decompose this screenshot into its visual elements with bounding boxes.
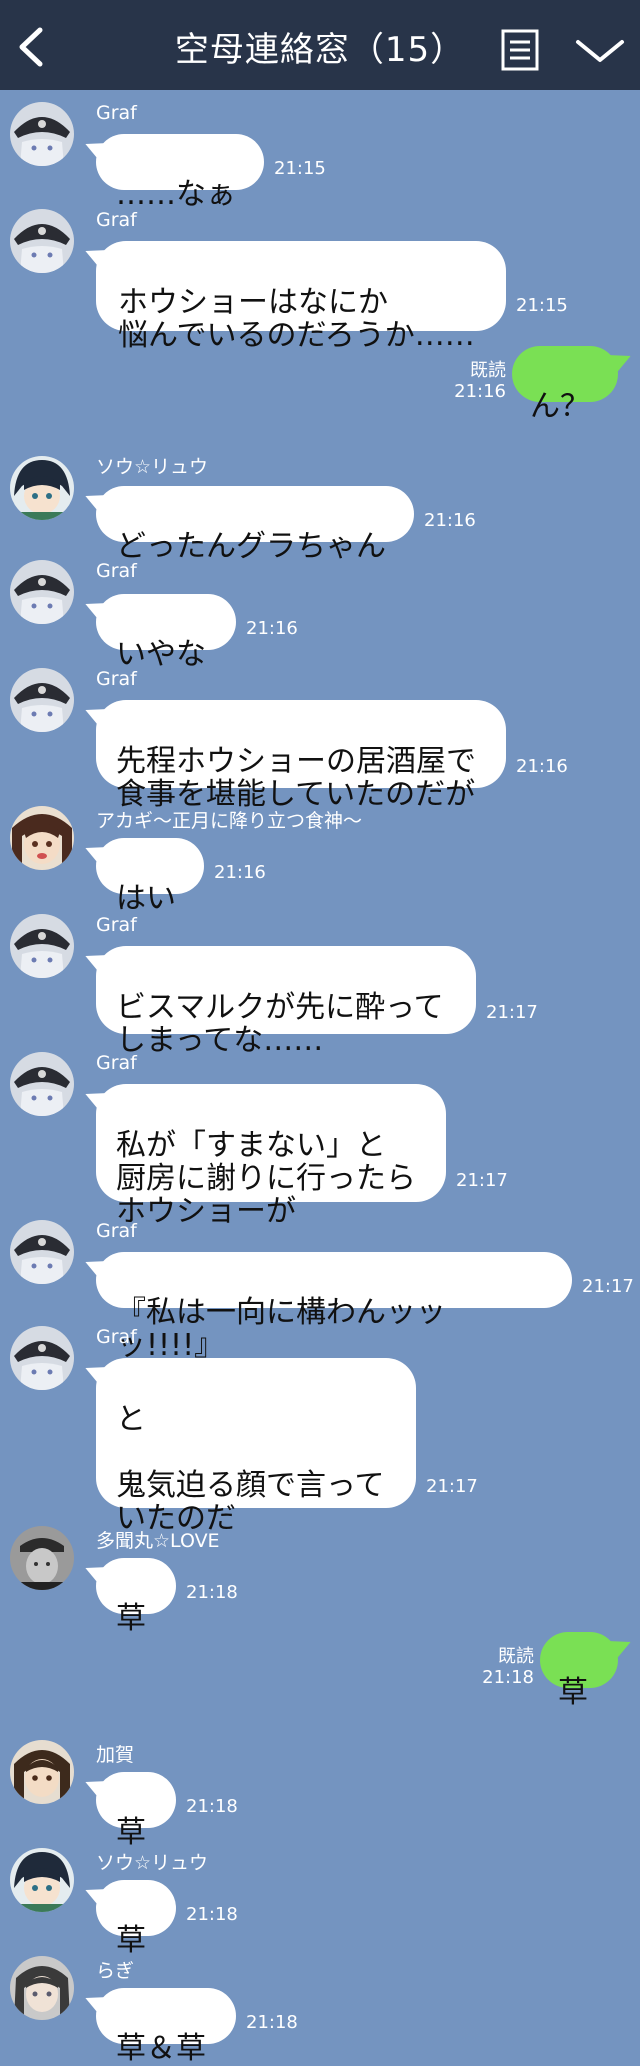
message-text: どったんグラちゃん — [116, 529, 386, 564]
message-time: 21:17 — [582, 1276, 634, 1297]
message-text: 草 — [116, 1815, 146, 1850]
avatar[interactable] — [10, 806, 74, 870]
message-bubble[interactable]: どったんグラちゃん — [80, 486, 414, 563]
message-time: 21:17 — [426, 1476, 478, 1497]
message-time: 21:18 — [186, 1582, 238, 1603]
message-bubble[interactable]: 草＆草 — [80, 1988, 236, 2065]
message-time: 21:18 — [482, 1667, 534, 1688]
message-text: 草 — [116, 1923, 146, 1958]
read-label: 既読 — [470, 360, 506, 381]
sender-name: アカギ〜正月に降り立つ食神〜 — [96, 810, 363, 832]
message-bubble[interactable]: ビスマルクが先に酔って しまってな…… — [80, 946, 476, 1057]
message-text: 草 — [116, 1601, 146, 1636]
avatar[interactable] — [10, 456, 74, 520]
message-bubble[interactable]: 『私は一向に構わんッッッ!!!!』 — [80, 1252, 572, 1362]
sender-name: Graf — [96, 560, 137, 582]
message-bubble[interactable]: 草 — [80, 1880, 176, 1957]
message-text: ビスマルクが先に酔って しまってな…… — [116, 990, 444, 1058]
message-time: 21:17 — [486, 1002, 538, 1023]
avatar[interactable] — [10, 1326, 74, 1390]
chat-header: 空母連絡窓（15） — [0, 0, 640, 90]
avatar[interactable] — [10, 668, 74, 732]
message-text: 先程ホウショーの居酒屋で 食事を堪能していたのだが — [116, 744, 476, 812]
message-time: 21:15 — [516, 295, 568, 316]
avatar[interactable] — [10, 209, 74, 273]
message-bubble[interactable]: 草 — [80, 1772, 176, 1849]
sender-name: ソウ☆リュウ — [96, 456, 209, 478]
chevron-down-icon — [576, 40, 624, 62]
message-time: 21:18 — [246, 2012, 298, 2033]
sender-name: 加賀 — [96, 1744, 135, 1766]
message-bubble[interactable]: 先程ホウショーの居酒屋で 食事を堪能していたのだが — [80, 700, 506, 811]
message-time: 21:16 — [454, 381, 506, 402]
sender-name: Graf — [96, 914, 137, 936]
menu-button[interactable] — [500, 28, 550, 78]
message-time: 21:18 — [186, 1904, 238, 1925]
message-text: 草 — [558, 1675, 588, 1710]
message-text: 私が「すまない」と 厨房に謝りに行ったら ホウショーが — [116, 1128, 416, 1229]
sender-name: らぎ — [96, 1960, 135, 1982]
message-text: ……なぁ — [116, 177, 236, 212]
collapse-button[interactable] — [572, 30, 628, 70]
message-time: 21:18 — [186, 1796, 238, 1817]
message-text: ホウショーはなにか 悩んでいるのだろうか…… — [118, 285, 475, 353]
message-time: 21:16 — [246, 618, 298, 639]
read-receipt: 既読 21:18 — [458, 1646, 534, 1688]
sender-name: ソウ☆リュウ — [96, 1852, 209, 1874]
message-text: はい — [116, 881, 176, 916]
read-label: 既読 — [498, 1646, 534, 1667]
avatar[interactable] — [10, 102, 74, 166]
message-time: 21:16 — [214, 862, 266, 883]
message-text: 『私は一向に構わんッッッ!!!!』 — [116, 1295, 446, 1363]
sender-name: Graf — [96, 1052, 137, 1074]
message-text: ん？ — [530, 389, 590, 424]
avatar[interactable] — [10, 1848, 74, 1912]
avatar[interactable] — [10, 1740, 74, 1804]
list-icon — [501, 29, 539, 71]
sender-name: Graf — [96, 1220, 137, 1242]
message-time: 21:15 — [274, 158, 326, 179]
message-bubble[interactable]: ……なぁ — [80, 134, 264, 211]
avatar[interactable] — [10, 1526, 74, 1590]
message-bubble[interactable]: 草 — [80, 1558, 176, 1635]
avatar[interactable] — [10, 1220, 74, 1284]
message-bubble[interactable]: ん？ — [512, 346, 636, 423]
message-time: 21:16 — [516, 756, 568, 777]
message-bubble[interactable]: 草 — [540, 1632, 636, 1709]
message-bubble[interactable]: いやな — [80, 594, 236, 671]
message-time: 21:17 — [456, 1170, 508, 1191]
sender-name: Graf — [96, 1326, 137, 1348]
message-bubble[interactable]: と 鬼気迫る顔で言って いたのだ — [80, 1358, 416, 1535]
sender-name: Graf — [96, 668, 137, 690]
message-text: と 鬼気迫る顔で言って いたのだ — [116, 1402, 385, 1536]
avatar[interactable] — [10, 914, 74, 978]
message-bubble[interactable]: 私が「すまない」と 厨房に謝りに行ったら ホウショーが — [80, 1084, 446, 1228]
read-receipt: 既読 21:16 — [430, 360, 506, 402]
avatar[interactable] — [10, 1956, 74, 2020]
message-bubble[interactable]: はい — [80, 838, 204, 915]
sender-name: 多聞丸☆LOVE — [96, 1530, 220, 1552]
message-bubble[interactable]: ホウショーはなにか 悩んでいるのだろうか…… — [80, 241, 506, 352]
message-time: 21:16 — [424, 510, 476, 531]
sender-name: Graf — [96, 209, 137, 231]
sender-name: Graf — [96, 102, 137, 124]
avatar[interactable] — [10, 560, 74, 624]
avatar[interactable] — [10, 1052, 74, 1116]
message-text: いやな — [116, 637, 206, 672]
